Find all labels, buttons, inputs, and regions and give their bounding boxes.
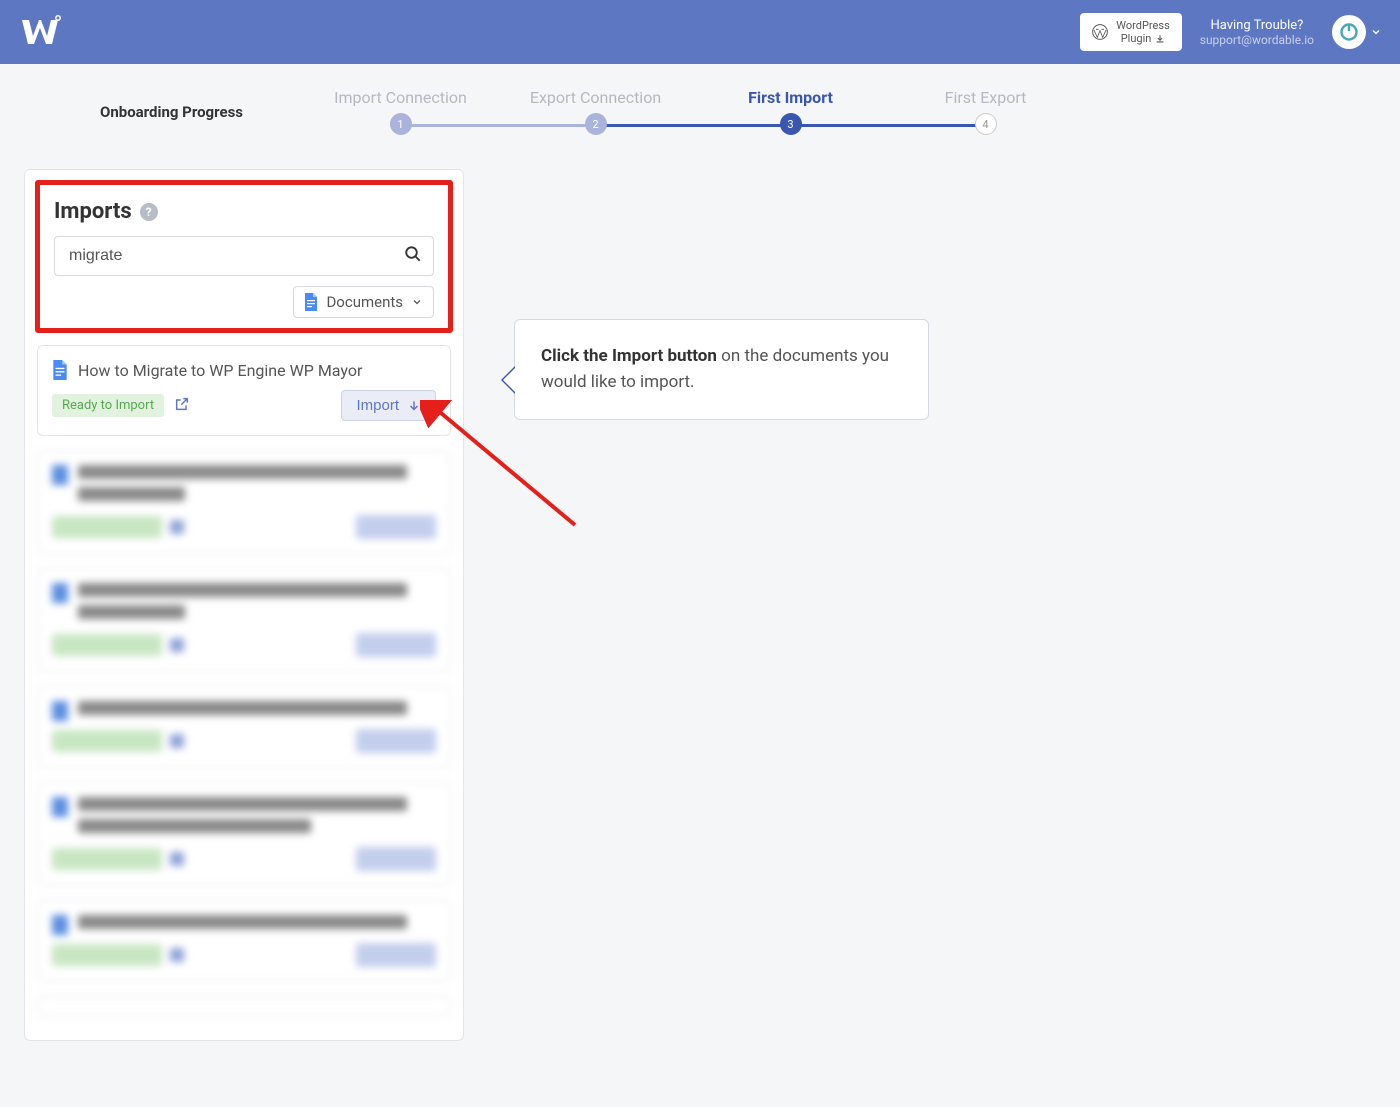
filter-label: Documents	[326, 293, 403, 311]
wordpress-icon	[1092, 24, 1108, 40]
import-button[interactable]: Import	[341, 390, 436, 421]
progress-label: Onboarding Progress	[100, 103, 243, 121]
download-arrow-icon	[407, 399, 421, 413]
wp-plugin-label-2: Plugin	[1121, 32, 1152, 45]
wordpress-plugin-button[interactable]: WordPress Plugin	[1080, 13, 1181, 51]
redacted-document-card	[37, 686, 451, 768]
support-info: Having Trouble? support@wordable.io	[1200, 18, 1314, 47]
open-external-icon[interactable]	[174, 396, 190, 416]
help-icon[interactable]: ?	[140, 203, 158, 221]
imports-title: Imports	[54, 199, 132, 224]
account-menu[interactable]	[1332, 15, 1382, 49]
trouble-heading: Having Trouble?	[1200, 18, 1314, 33]
redacted-document-card	[37, 782, 451, 886]
google-doc-icon	[52, 360, 68, 380]
imports-panel: Imports ? Documents How to Mi	[24, 169, 464, 1041]
step-import-connection[interactable]: Import Connection 1	[303, 88, 498, 135]
chevron-down-icon	[1370, 26, 1382, 38]
app-header: WordPress Plugin Having Trouble? support…	[0, 0, 1400, 64]
redacted-document-card	[37, 450, 451, 554]
search-icon[interactable]	[404, 245, 422, 267]
step-export-connection[interactable]: Export Connection 2	[498, 88, 693, 135]
search-input[interactable]	[54, 236, 434, 276]
tooltip-strong: Click the Import button	[541, 346, 717, 366]
redacted-document-card	[37, 996, 451, 1016]
step-first-export[interactable]: First Export 4	[888, 88, 1083, 135]
download-icon	[1155, 34, 1165, 44]
document-card: How to Migrate to WP Engine WP Mayor Rea…	[37, 345, 451, 436]
redacted-document-card	[37, 900, 451, 982]
google-doc-icon	[304, 293, 318, 311]
logo-icon	[18, 10, 62, 54]
onboarding-tooltip: Click the Import button on the documents…	[514, 319, 929, 420]
step-first-import[interactable]: First Import 3	[693, 88, 888, 135]
ready-badge: Ready to Import	[52, 394, 164, 417]
documents-filter-select[interactable]: Documents	[293, 286, 434, 318]
chevron-down-icon	[411, 296, 423, 308]
support-email[interactable]: support@wordable.io	[1200, 33, 1314, 47]
highlight-search-area: Imports ? Documents	[35, 180, 453, 333]
document-title[interactable]: How to Migrate to WP Engine WP Mayor	[78, 361, 362, 380]
wordable-logo[interactable]	[18, 10, 62, 54]
wp-plugin-label-1: WordPress	[1116, 19, 1169, 32]
onboarding-progress: Onboarding Progress Import Connection 1 …	[0, 64, 1400, 145]
power-icon	[1332, 15, 1366, 49]
redacted-document-card	[37, 568, 451, 672]
